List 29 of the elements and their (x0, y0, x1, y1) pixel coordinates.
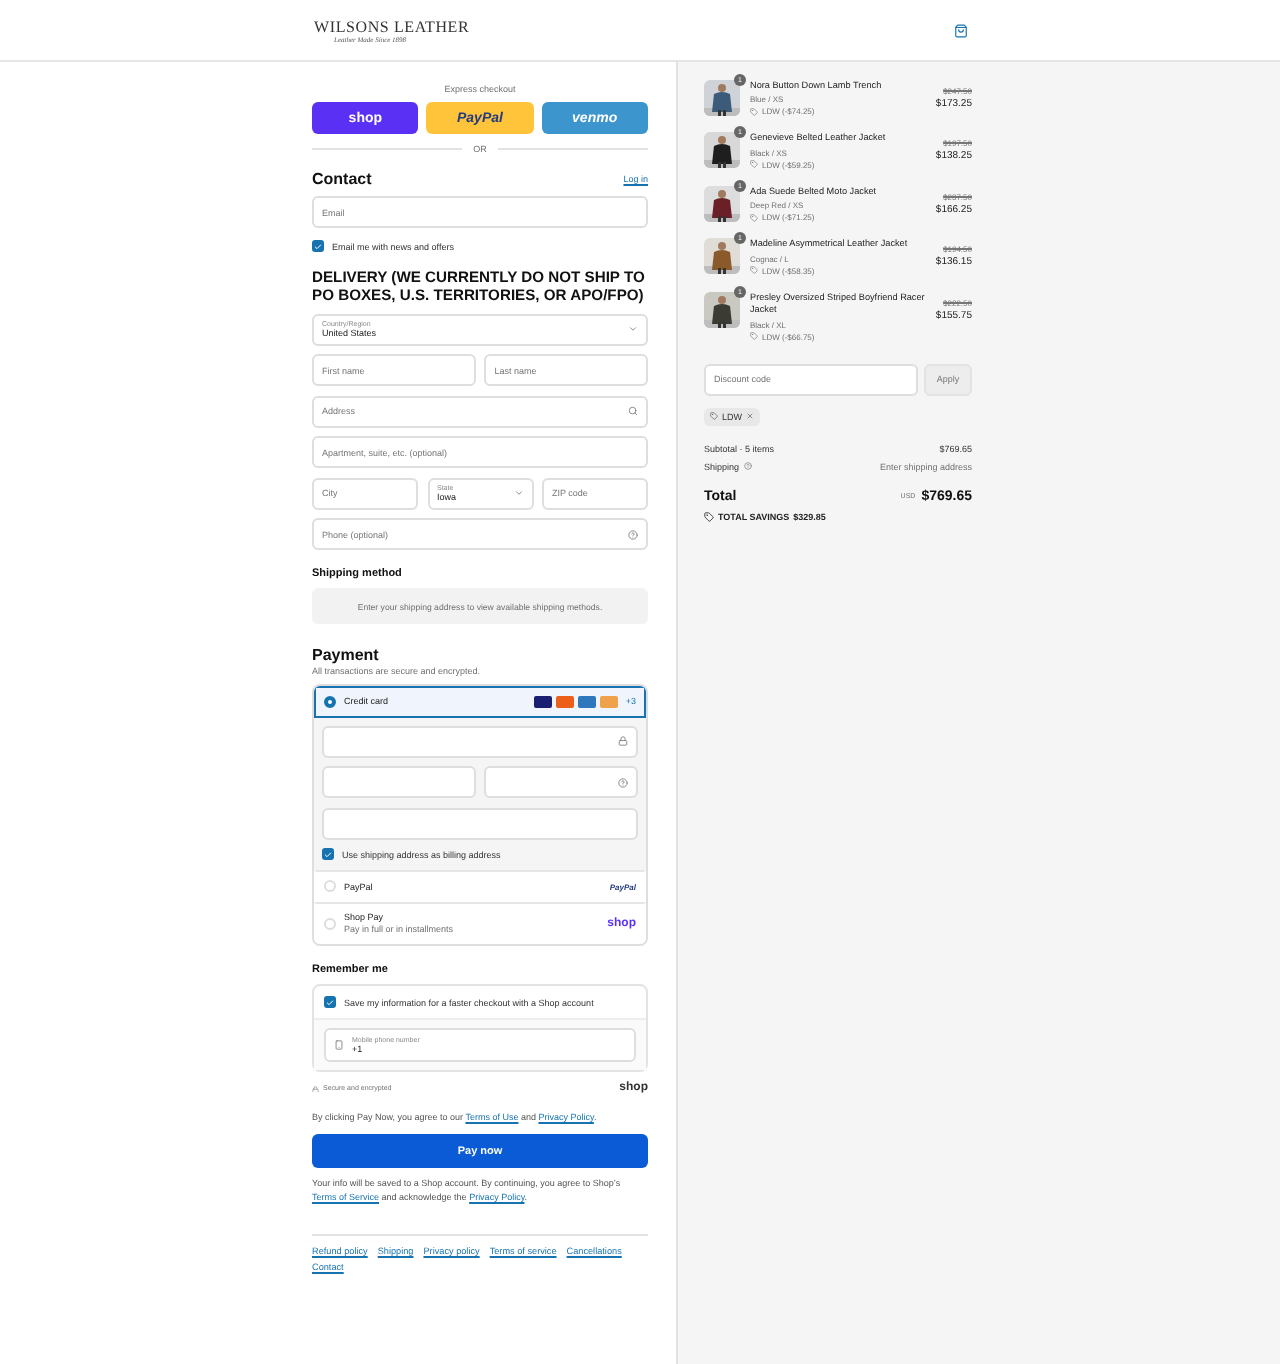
tag-icon (710, 412, 718, 421)
radio-button[interactable] (324, 695, 336, 708)
checkbox[interactable] (322, 848, 334, 861)
section-title: Contact (312, 170, 372, 189)
shopping-bag-icon[interactable] (954, 23, 968, 37)
card-brand-icons (533, 695, 618, 708)
lock-icon (618, 736, 628, 747)
card-field[interactable] (322, 725, 638, 758)
tag-icon (704, 511, 714, 522)
card-field[interactable] (322, 807, 638, 840)
section-title: Payment (312, 646, 381, 666)
tag-icon (750, 266, 758, 275)
brand-logo[interactable]: WILSONS LEATHER (314, 17, 470, 35)
help-icon (618, 777, 628, 788)
checkbox[interactable] (324, 996, 336, 1009)
tag-icon (750, 107, 758, 116)
card-field[interactable] (484, 766, 638, 799)
search-icon (628, 406, 638, 417)
help-icon (628, 529, 638, 540)
tag-icon (750, 332, 758, 341)
checkbox[interactable] (312, 240, 324, 253)
tag-icon (750, 160, 758, 169)
chevron-down-icon (513, 488, 523, 499)
help-icon (743, 462, 752, 471)
chevron-down-icon (628, 324, 638, 335)
tag-icon (750, 213, 758, 222)
smartphone-icon (334, 1040, 344, 1051)
lock-icon (312, 1085, 319, 1093)
card-field[interactable] (322, 766, 476, 799)
